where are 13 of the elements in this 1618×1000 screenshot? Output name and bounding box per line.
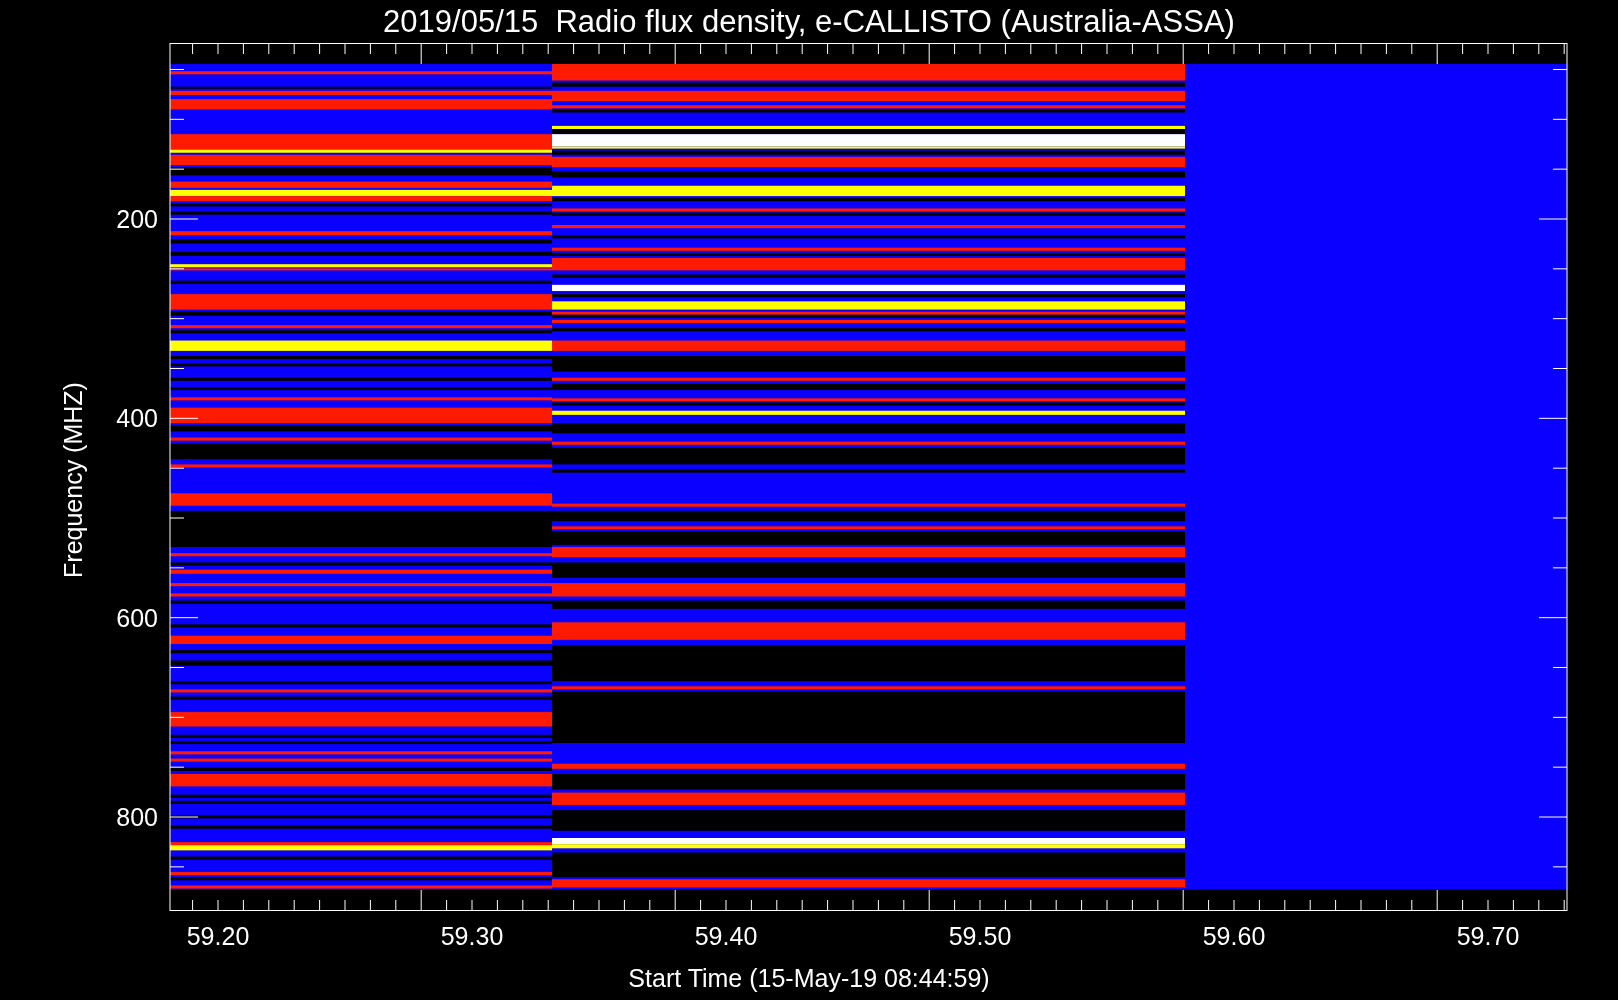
y-tick-label: 200 <box>116 205 158 233</box>
x-tick-label: 59.20 <box>186 922 250 950</box>
chart-title: 2019/05/15 Radio flux density, e-CALLISTO (Australia-ASSA) <box>383 3 1235 41</box>
y-axis-label: Frequency (MHZ) <box>59 382 87 578</box>
x-tick-label: 59.30 <box>440 922 504 950</box>
x-tick-label: 59.60 <box>1202 922 1266 950</box>
x-tick-label: 59.70 <box>1456 922 1520 950</box>
x-tick-label: 59.40 <box>694 922 758 950</box>
x-tick-label: 59.50 <box>948 922 1012 950</box>
y-tick-label: 400 <box>116 404 158 433</box>
y-tick-label: 800 <box>116 803 158 831</box>
y-tick-label: 600 <box>116 603 158 632</box>
x-axis-label: Start Time (15-May-19 08:44:59) <box>628 963 990 993</box>
